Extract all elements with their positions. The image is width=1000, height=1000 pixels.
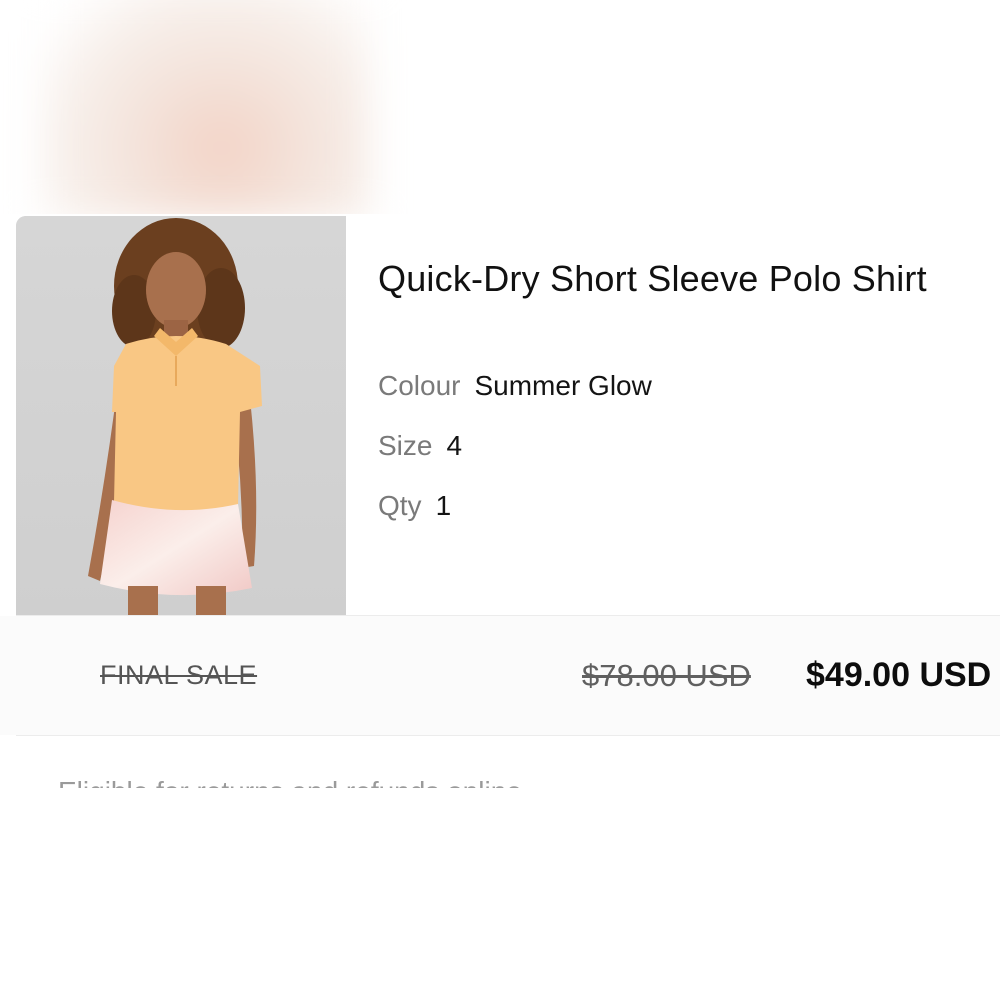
returns-note-text: Eligible for returns and refunds online [58, 776, 522, 788]
attribute-colour: Colour Summer Glow [378, 370, 652, 402]
attribute-size: Size 4 [378, 430, 462, 462]
product-image[interactable] [16, 216, 346, 615]
attribute-label: Qty [378, 490, 422, 521]
attribute-label: Size [378, 430, 433, 461]
attribute-value: 1 [435, 490, 452, 521]
divider [16, 735, 1000, 736]
sale-price: $49.00 USD [806, 656, 992, 694]
attribute-qty: Qty 1 [378, 490, 451, 522]
attribute-value: Summer Glow [474, 370, 652, 401]
blurred-previous-image [40, 0, 370, 220]
product-title[interactable]: Quick-Dry Short Sleeve Polo Shirt [378, 258, 927, 300]
attribute-label: Colour [378, 370, 461, 401]
cart-item-view: Quick-Dry Short Sleeve Polo Shirt Colour… [0, 0, 1000, 1000]
final-sale-badge: FINAL SALE [100, 660, 258, 690]
model-photo-illustration [16, 216, 346, 615]
returns-note: Eligible for returns and refunds online [58, 762, 658, 788]
original-price: $78.00 USD [582, 658, 751, 693]
attribute-value: 4 [446, 430, 463, 461]
